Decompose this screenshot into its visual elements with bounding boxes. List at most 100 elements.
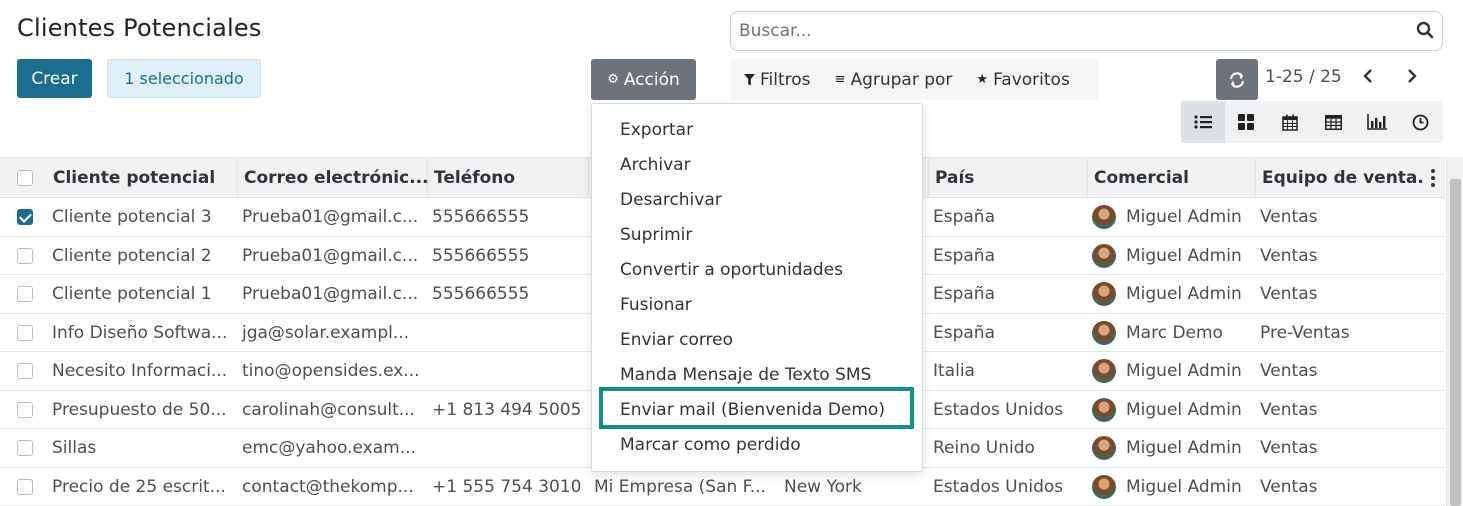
cell-salesperson[interactable]: Marc Demo	[1086, 314, 1254, 352]
action-menu-item[interactable]: Manda Mensaje de Texto SMS	[620, 360, 871, 390]
activity-view-button[interactable]	[1399, 101, 1443, 143]
cell-phone[interactable]	[426, 314, 588, 352]
cell-sales-team[interactable]: Ventas	[1254, 275, 1429, 313]
cell-country[interactable]: España	[927, 198, 1087, 236]
cell-email[interactable]: jga@solar.exampl...	[236, 314, 426, 352]
refresh-button[interactable]	[1216, 59, 1258, 100]
row-checkbox[interactable]	[17, 401, 33, 418]
action-menu-item[interactable]: Fusionar	[620, 290, 692, 320]
action-menu-item[interactable]: Enviar correo	[620, 325, 733, 355]
search-bar[interactable]: Buscar...	[730, 11, 1443, 51]
scrollbar[interactable]	[1446, 157, 1463, 506]
header-country[interactable]: País	[928, 158, 1087, 198]
optional-columns-icon[interactable]	[1430, 169, 1436, 187]
cell-country[interactable]: España	[927, 275, 1087, 313]
cell-sales-team[interactable]: Ventas	[1254, 468, 1429, 506]
header-lead[interactable]: Cliente potencial	[47, 158, 237, 198]
row-checkbox[interactable]	[17, 247, 33, 264]
cell-salesperson[interactable]: Miguel Admin	[1086, 352, 1254, 390]
table-row[interactable]: Precio de 25 escrit... contact@thekomp...…	[0, 468, 1445, 506]
cell-country[interactable]: Italia	[927, 352, 1087, 390]
cell-city[interactable]: New York	[778, 468, 928, 506]
header-sales-team[interactable]: Equipo de venta...	[1255, 158, 1425, 198]
clock-icon	[1412, 114, 1429, 130]
cell-salesperson[interactable]: Miguel Admin	[1086, 237, 1254, 275]
create-button[interactable]: Crear	[17, 59, 92, 98]
row-checkbox[interactable]	[17, 286, 33, 302]
cell-email[interactable]: Prueba01@gmail.c...	[236, 198, 426, 236]
scrollbar-thumb[interactable]	[1450, 179, 1461, 506]
cell-phone[interactable]: 555666555	[426, 237, 588, 275]
pivot-view-button[interactable]	[1312, 101, 1356, 143]
select-all-checkbox[interactable]	[17, 170, 33, 186]
cell-lead[interactable]: Presupuesto de 50...	[46, 391, 236, 429]
cell-email[interactable]: Prueba01@gmail.c...	[236, 237, 426, 275]
cell-country[interactable]: Estados Unidos	[927, 391, 1087, 429]
list-view-button[interactable]	[1181, 101, 1225, 143]
cell-phone[interactable]	[426, 429, 588, 467]
cell-phone[interactable]: 555666555	[426, 198, 588, 236]
graph-view-button[interactable]	[1355, 101, 1399, 143]
favorites-toggle[interactable]: ★ Favoritos	[976, 70, 1069, 90]
action-menu-item[interactable]: Desarchivar	[620, 185, 722, 215]
cell-sales-team[interactable]: Ventas	[1254, 352, 1429, 390]
cell-company[interactable]: Mi Empresa (San F...	[588, 468, 778, 506]
cell-phone[interactable]	[426, 352, 588, 390]
kanban-view-button[interactable]	[1225, 101, 1269, 143]
header-phone[interactable]: Teléfono	[427, 158, 588, 198]
cell-email[interactable]: carolinah@consult...	[236, 391, 426, 429]
cell-phone[interactable]: +1 813 494 5005	[426, 391, 588, 429]
cell-country[interactable]: España	[927, 314, 1087, 352]
cell-sales-team[interactable]: Ventas	[1254, 391, 1429, 429]
filters-toggle[interactable]: Filtros	[744, 70, 811, 90]
cell-salesperson[interactable]: Miguel Admin	[1086, 275, 1254, 313]
row-checkbox[interactable]	[17, 478, 33, 495]
cell-lead[interactable]: Sillas	[46, 429, 236, 467]
cell-sales-team[interactable]: Ventas	[1254, 429, 1429, 467]
cell-phone[interactable]: 555666555	[426, 275, 588, 313]
cell-lead[interactable]: Precio de 25 escrit...	[46, 468, 236, 506]
cell-country[interactable]: Estados Unidos	[927, 468, 1087, 506]
avatar	[1092, 205, 1116, 229]
cell-lead[interactable]: Info Diseño Softwa...	[46, 314, 236, 352]
action-menu-item[interactable]: Archivar	[620, 150, 691, 180]
pager-value[interactable]: 1-25 / 25	[1265, 67, 1342, 87]
cell-salesperson[interactable]: Miguel Admin	[1086, 391, 1254, 429]
row-checkbox[interactable]	[17, 209, 33, 225]
cell-email[interactable]: emc@yahoo.exam...	[236, 429, 426, 467]
row-checkbox[interactable]	[17, 324, 33, 341]
action-button[interactable]: ⚙ Acción	[591, 59, 696, 100]
action-menu-item[interactable]: Convertir a oportunidades	[620, 255, 843, 285]
cell-email[interactable]: Prueba01@gmail.c...	[236, 275, 426, 313]
header-salesperson[interactable]: Comercial	[1087, 158, 1255, 198]
cell-phone[interactable]: +1 555 754 3010	[426, 468, 588, 506]
cell-lead[interactable]: Cliente potencial 1	[46, 275, 236, 313]
calendar-view-button[interactable]	[1268, 101, 1312, 143]
action-menu-item[interactable]: Marcar como perdido	[620, 430, 801, 460]
cell-sales-team[interactable]: Ventas	[1254, 198, 1429, 236]
cell-sales-team[interactable]: Pre-Ventas	[1254, 314, 1429, 352]
action-menu-item[interactable]: Suprimir	[620, 220, 692, 250]
cell-country[interactable]: España	[927, 237, 1087, 275]
search-icon[interactable]	[1416, 21, 1434, 39]
cell-country[interactable]: Reino Unido	[927, 429, 1087, 467]
row-checkbox[interactable]	[17, 440, 33, 456]
group-by-toggle[interactable]: ≡ Agrupar por	[835, 70, 953, 90]
cell-salesperson[interactable]: Miguel Admin	[1086, 429, 1254, 467]
cell-sales-team-text: Ventas	[1260, 245, 1318, 266]
selected-count-badge[interactable]: 1 seleccionado	[107, 59, 261, 98]
cell-email[interactable]: contact@thekomp...	[236, 468, 426, 506]
cell-salesperson[interactable]: Miguel Admin	[1086, 468, 1254, 506]
cell-lead[interactable]: Cliente potencial 2	[46, 237, 236, 275]
chevron-right-icon[interactable]	[1406, 67, 1418, 90]
cell-lead[interactable]: Cliente potencial 3	[46, 198, 236, 236]
cell-lead[interactable]: Necesito Informaci...	[46, 352, 236, 390]
row-checkbox[interactable]	[17, 363, 33, 379]
chevron-left-icon[interactable]	[1362, 67, 1374, 90]
action-menu-item[interactable]: Exportar	[620, 115, 693, 145]
header-email[interactable]: Correo electrónic...	[237, 158, 427, 198]
search-input[interactable]: Buscar...	[739, 21, 1442, 41]
cell-email[interactable]: tino@opensides.ex...	[236, 352, 426, 390]
cell-sales-team[interactable]: Ventas	[1254, 237, 1429, 275]
cell-salesperson[interactable]: Miguel Admin	[1086, 198, 1254, 236]
